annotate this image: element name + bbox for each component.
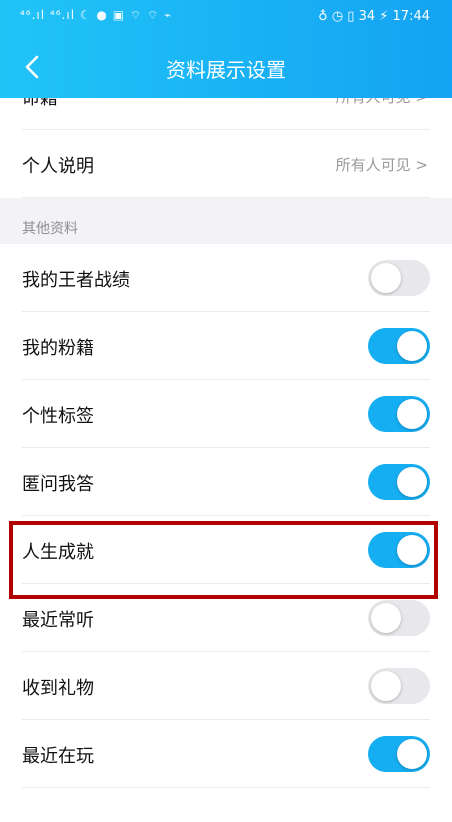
toggle-row: 匿问我答 (0, 448, 452, 516)
settings-list: 命籍 所有人可见 > 个人说明 所有人可见 > 其他资料 我的王者战绩我的粉籍个… (0, 98, 452, 788)
toggle-knob (371, 263, 401, 293)
toggle-row: 我的王者战绩 (0, 244, 452, 312)
toggle-list: 我的王者战绩 我的粉籍个性标签匿问我答人生成就最近常听收到礼物最近在玩 (0, 244, 452, 788)
setting-label: 最近在玩 (22, 746, 94, 767)
visibility-value: 所有人可见 > (335, 156, 428, 174)
nav-bar: 资料展示设置 (0, 36, 452, 98)
toggle-switch[interactable] (368, 668, 430, 704)
toggle-row: 最近在玩 (0, 720, 452, 788)
setting-label: 个性标签 (22, 406, 94, 427)
status-right: ♁ ◷ ▯ 34 ⚡ 17:44 (318, 9, 430, 24)
setting-row-partial[interactable]: 命籍 所有人可见 > (0, 98, 452, 130)
setting-label: 个人说明 (22, 156, 94, 177)
toggle-switch[interactable] (368, 396, 430, 432)
setting-label: 我的粉籍 (22, 338, 94, 359)
setting-label: 人生成就 (22, 542, 94, 563)
toggle-row: 我的粉籍 (0, 312, 452, 380)
section-label: 其他资料 (22, 221, 78, 237)
status-bar: ⁴⁶.ıl ⁴⁶.ıl ☾ ● ▣ ⌔ ⌔ ⌁ ♁ ◷ ▯ 34 ⚡ 17:44 (0, 0, 452, 36)
toggle-knob (371, 671, 401, 701)
setting-label: 最近常听 (22, 610, 94, 631)
section-header: 其他资料 (0, 198, 452, 244)
toggle-row: 人生成就 (0, 516, 452, 584)
app-header: ⁴⁶.ıl ⁴⁶.ıl ☾ ● ▣ ⌔ ⌔ ⌁ ♁ ◷ ▯ 34 ⚡ 17:44… (0, 0, 452, 98)
status-time: 17:44 (392, 9, 430, 24)
toggle-knob (397, 331, 427, 361)
toggle-switch[interactable] (368, 532, 430, 568)
toggle-knob (397, 535, 427, 565)
setting-label: 我的王者战绩 (22, 270, 130, 291)
toggle-switch[interactable] (368, 464, 430, 500)
visibility-value: 所有人可见 > (336, 98, 428, 107)
toggle-row: 最近常听 (0, 584, 452, 652)
toggle-switch[interactable] (368, 260, 430, 296)
setting-label: 命籍 (22, 98, 58, 109)
toggle-row: 收到礼物 (0, 652, 452, 720)
toggle-switch[interactable] (368, 600, 430, 636)
toggle-knob (371, 603, 401, 633)
page-title: 资料展示设置 (166, 58, 286, 82)
toggle-switch[interactable] (368, 736, 430, 772)
toggle-knob (397, 399, 427, 429)
battery-alarm-icons: ♁ ◷ ▯ 34 ⚡ (318, 9, 389, 24)
toggle-switch[interactable] (368, 328, 430, 364)
toggle-knob (397, 467, 427, 497)
toggle-knob (397, 739, 427, 769)
setting-label: 收到礼物 (22, 678, 94, 699)
setting-label: 匿问我答 (22, 474, 94, 495)
toggle-row: 个性标签 (0, 380, 452, 448)
setting-row-personal-note[interactable]: 个人说明 所有人可见 > (0, 130, 452, 198)
signal-wifi-icons: ⁴⁶.ıl ⁴⁶.ıl ☾ ● ▣ ⌔ ⌔ ⌁ (20, 8, 173, 22)
